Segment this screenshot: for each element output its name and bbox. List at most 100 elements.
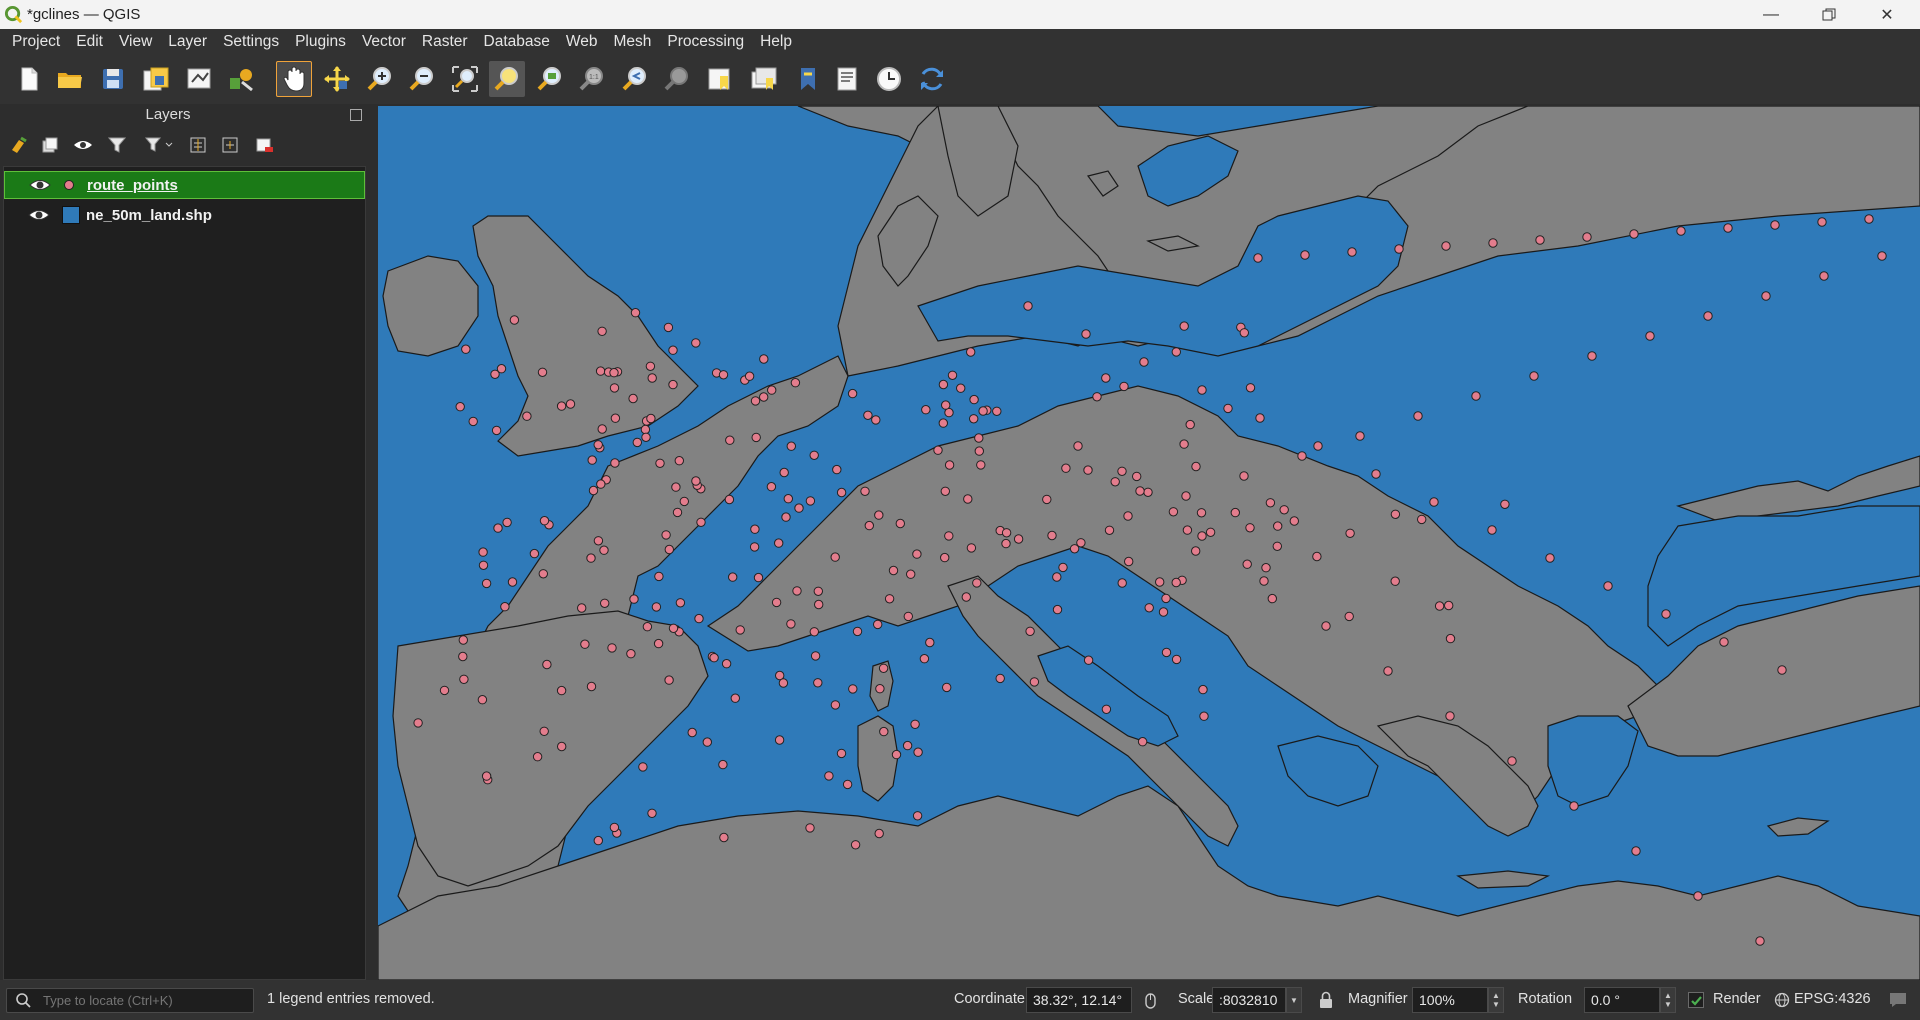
route-point — [664, 544, 674, 555]
minimize-button[interactable]: — — [1742, 0, 1800, 29]
route-point — [1313, 441, 1323, 451]
pan-to-selection-button[interactable] — [319, 61, 355, 97]
coordinate-field[interactable]: 38.32°, 12.14° — [1026, 987, 1132, 1013]
route-point — [593, 440, 603, 450]
new-bookmark-button[interactable] — [702, 61, 738, 97]
restore-button[interactable] — [1800, 0, 1858, 29]
route-point — [1179, 321, 1189, 331]
route-point — [786, 441, 796, 451]
save-project-button[interactable] — [95, 61, 131, 97]
magnifier-field[interactable]: 100% — [1412, 987, 1488, 1013]
route-point — [529, 548, 540, 559]
locator-bar[interactable] — [6, 988, 254, 1013]
expand-all-button[interactable] — [186, 133, 210, 157]
route-point — [593, 835, 604, 846]
route-point — [496, 364, 507, 374]
zoom-full-button[interactable] — [447, 61, 483, 97]
route-point — [1676, 226, 1686, 236]
new-spatial-bookmark-button[interactable] — [790, 61, 826, 97]
menu-project[interactable]: Project — [4, 29, 68, 55]
route-point — [786, 619, 796, 629]
locator-input[interactable] — [43, 991, 248, 1010]
refresh-button[interactable] — [914, 61, 950, 97]
filter-by-expression-button[interactable] — [139, 133, 179, 157]
menu-raster[interactable]: Raster — [414, 29, 476, 55]
menu-web[interactable]: Web — [558, 29, 606, 55]
menu-view[interactable]: View — [111, 29, 160, 55]
scale-field[interactable]: :8032810 — [1212, 987, 1286, 1013]
undock-panel-icon[interactable] — [350, 109, 362, 121]
new-project-button[interactable] — [11, 61, 47, 97]
menu-help[interactable]: Help — [752, 29, 800, 55]
menu-layer[interactable]: Layer — [160, 29, 215, 55]
menu-mesh[interactable]: Mesh — [606, 29, 660, 55]
zoom-next-button[interactable] — [659, 61, 695, 97]
zoom-to-layer-icon — [537, 67, 561, 91]
open-project-icon — [58, 73, 82, 88]
style-manager-button[interactable] — [223, 61, 259, 97]
print-layout-button[interactable] — [181, 61, 217, 97]
rotation-label: Rotation — [1518, 991, 1573, 1007]
globe-icon[interactable] — [1774, 992, 1790, 1008]
magnifier-spinner[interactable]: ▲ ▼ — [1488, 987, 1504, 1013]
map-canvas[interactable] — [378, 106, 1920, 980]
mouse-coordinate-icon[interactable] — [1141, 992, 1159, 1010]
route-point — [759, 354, 769, 364]
zoom-in-button[interactable] — [362, 61, 398, 97]
zoom-to-selection-button[interactable] — [489, 61, 525, 97]
render-checkbox[interactable] — [1688, 992, 1704, 1008]
route-point — [458, 635, 469, 645]
remove-layer-button[interactable] — [252, 133, 276, 157]
visibility-eye-icon[interactable] — [29, 176, 51, 194]
route-point — [651, 602, 662, 612]
filter-legend-button[interactable] — [105, 133, 129, 157]
route-point — [749, 542, 760, 552]
layer-item-ne-50m-land[interactable]: ne_50m_land.shp — [4, 201, 365, 229]
chevron-down-icon: ▼ — [1290, 995, 1298, 1005]
filter-by-expression-icon — [144, 137, 173, 152]
menu-plugins[interactable]: Plugins — [287, 29, 354, 55]
rotation-spinner[interactable]: ▲ ▼ — [1660, 987, 1676, 1013]
close-button[interactable]: ✕ — [1858, 0, 1916, 29]
menu-processing[interactable]: Processing — [659, 29, 752, 55]
route-point — [1777, 665, 1787, 675]
zoom-next-icon — [664, 67, 688, 91]
open-layer-styling-button[interactable] — [7, 133, 31, 157]
pan-map-button[interactable] — [276, 61, 312, 97]
temporal-controller-button[interactable] — [871, 61, 907, 97]
crs-label[interactable]: EPSG:4326 — [1794, 991, 1871, 1007]
route-point — [458, 651, 468, 662]
route-point — [1345, 528, 1355, 538]
open-project-button[interactable] — [52, 61, 88, 97]
menu-database[interactable]: Database — [476, 29, 558, 55]
zoom-last-button[interactable] — [617, 61, 653, 97]
menu-vector[interactable]: Vector — [354, 29, 414, 55]
menu-edit[interactable]: Edit — [68, 29, 111, 55]
route-point — [1001, 528, 1012, 538]
show-bookmarks-button[interactable] — [745, 61, 781, 97]
decorations-button[interactable] — [829, 61, 865, 97]
rotation-field[interactable]: 0.0 ° — [1584, 987, 1660, 1013]
save-as-button[interactable] — [138, 61, 174, 97]
visibility-eye-icon[interactable] — [28, 206, 50, 224]
zoom-out-button[interactable] — [404, 61, 440, 97]
collapse-all-button[interactable] — [218, 133, 242, 157]
lock-icon[interactable] — [1318, 991, 1334, 1009]
route-point — [864, 520, 874, 531]
route-point — [1191, 546, 1201, 556]
zoom-native-button[interactable]: 1:1 — [574, 61, 610, 97]
route-point — [668, 379, 678, 390]
menu-settings[interactable]: Settings — [215, 29, 287, 55]
restore-icon — [1822, 8, 1836, 20]
scale-dropdown[interactable]: ▼ — [1286, 987, 1302, 1013]
zoom-to-layer-button[interactable] — [532, 61, 568, 97]
refresh-icon — [921, 67, 943, 91]
add-group-button[interactable] — [38, 133, 62, 157]
layer-name: ne_50m_land.shp — [86, 206, 212, 224]
route-point — [1137, 737, 1148, 747]
layer-item-route-points[interactable]: route_points — [4, 171, 365, 199]
manage-visibility-button[interactable] — [71, 133, 95, 157]
messages-icon[interactable] — [1888, 991, 1908, 1009]
route-point — [642, 622, 653, 632]
panel-splitter[interactable] — [366, 104, 378, 980]
